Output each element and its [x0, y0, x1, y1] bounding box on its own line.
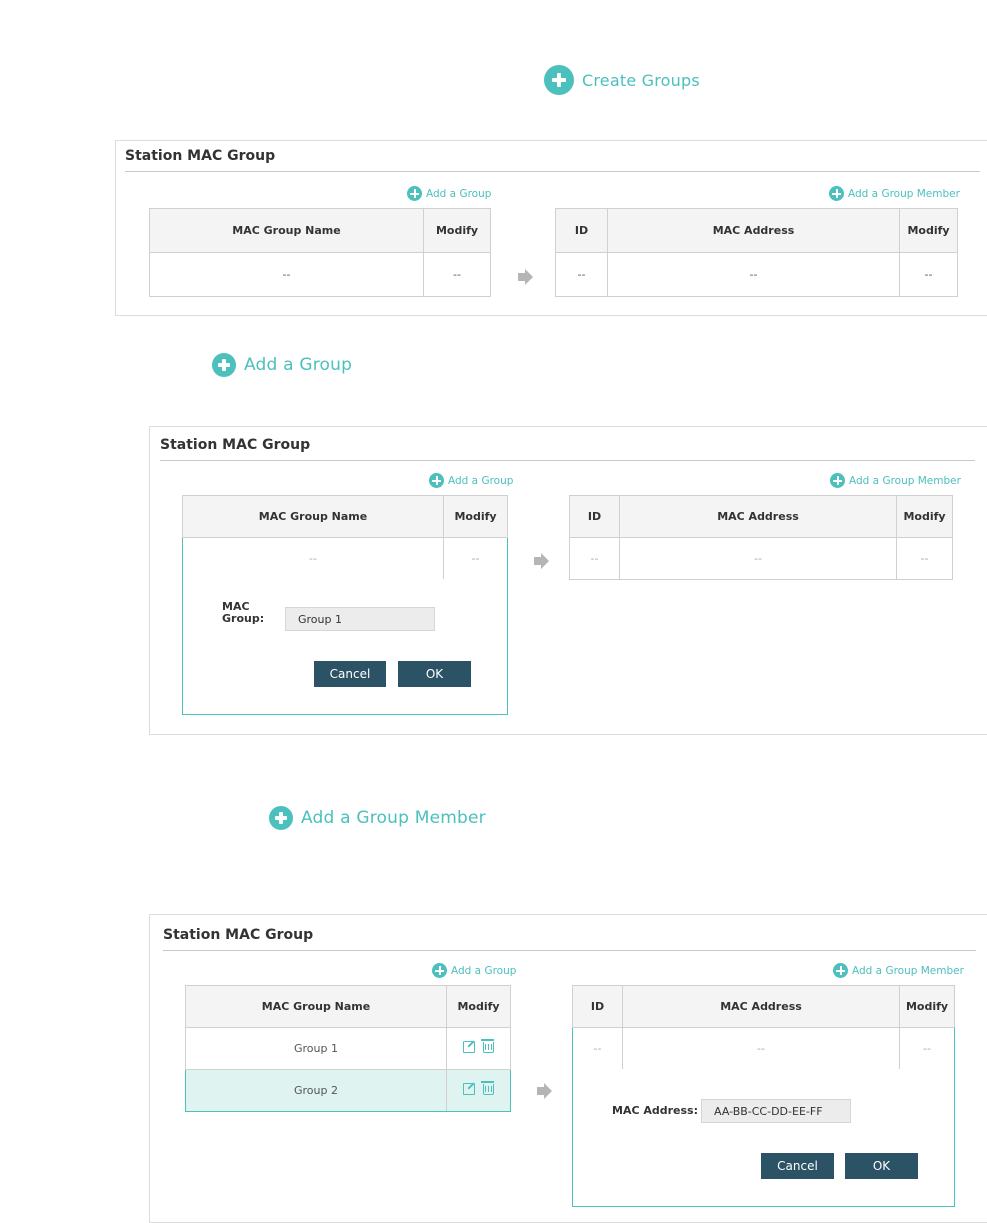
table-cell: --: [569, 537, 620, 580]
create-groups-button[interactable]: Create Groups: [544, 65, 700, 95]
table-cell: --: [622, 1027, 900, 1070]
table-cell: --: [899, 1027, 955, 1070]
add-group-callout[interactable]: Add a Group: [212, 353, 352, 377]
plus-circle-icon: [212, 353, 236, 377]
table-cell: --: [619, 537, 897, 580]
plus-circle-icon: [833, 963, 848, 978]
column-header-modify: Modify: [899, 985, 955, 1028]
plus-circle-icon: [407, 186, 422, 201]
group-name-cell: Group 1: [185, 1027, 447, 1070]
plus-circle-icon: [544, 65, 574, 95]
table-row: -- -- --: [555, 252, 958, 297]
table-row: -- --: [182, 537, 508, 580]
mac-group-table: MAC Group Name Modify Group 1 Group 2: [185, 985, 511, 1112]
table-cell: --: [555, 252, 608, 297]
create-groups-label: Create Groups: [582, 70, 700, 90]
mac-address-label: MAC Address:: [612, 1104, 699, 1117]
add-group-member-link[interactable]: Add a Group Member: [829, 186, 960, 201]
column-header-mac-group-name: MAC Group Name: [185, 985, 447, 1028]
table-cell: --: [607, 252, 900, 297]
table-cell: --: [149, 252, 424, 297]
mac-member-table: ID MAC Address Modify -- -- --: [555, 208, 958, 297]
add-group-callout-label: Add a Group: [244, 355, 353, 375]
mac-group-label-line2: Group:: [222, 612, 265, 625]
add-group-member-label: Add a Group Member: [849, 474, 961, 487]
table-row[interactable]: Group 1: [185, 1027, 511, 1070]
divider: [163, 950, 976, 951]
column-header-id: ID: [569, 495, 620, 538]
add-group-member-callout[interactable]: Add a Group Member: [269, 806, 486, 830]
cancel-button[interactable]: Cancel: [314, 661, 386, 687]
mac-group-table: MAC Group Name Modify -- --: [149, 208, 491, 297]
mac-group-label: MAC Group:: [222, 601, 264, 625]
plus-circle-icon: [829, 186, 844, 201]
trash-icon[interactable]: [480, 1080, 494, 1095]
edit-icon[interactable]: [463, 1083, 475, 1095]
add-group-link[interactable]: Add a Group: [429, 473, 513, 488]
panel-title: Station MAC Group: [125, 148, 276, 164]
column-header-mac-address: MAC Address: [619, 495, 897, 538]
column-header-mac-address: MAC Address: [607, 208, 900, 253]
column-header-modify: Modify: [899, 208, 958, 253]
add-group-label: Add a Group: [426, 187, 492, 200]
divider: [160, 460, 975, 461]
add-group-label: Add a Group: [448, 474, 514, 487]
column-header-modify: Modify: [443, 495, 508, 538]
table-cell: --: [572, 1027, 623, 1070]
column-header-mac-group-name: MAC Group Name: [182, 495, 444, 538]
plus-circle-icon: [269, 806, 293, 830]
cancel-button[interactable]: Cancel: [761, 1153, 834, 1179]
group-name-cell: Group 2: [185, 1069, 447, 1112]
column-header-id: ID: [555, 208, 608, 253]
add-group-link[interactable]: Add a Group: [407, 186, 491, 201]
table-row: -- --: [149, 252, 491, 297]
modify-cell: [446, 1027, 511, 1070]
column-header-mac-address: MAC Address: [622, 985, 900, 1028]
table-row: -- -- --: [572, 1027, 955, 1070]
ok-button[interactable]: OK: [845, 1153, 918, 1179]
mac-group-table: MAC Group Name Modify -- --: [182, 495, 508, 580]
plus-circle-icon: [432, 963, 447, 978]
table-cell: --: [423, 252, 491, 297]
mac-group-input[interactable]: Group 1: [285, 607, 435, 631]
divider: [125, 171, 980, 172]
add-group-member-callout-label: Add a Group Member: [301, 808, 486, 828]
column-header-modify: Modify: [446, 985, 511, 1028]
ok-button[interactable]: OK: [398, 661, 471, 687]
column-header-modify: Modify: [423, 208, 491, 253]
mac-address-input[interactable]: AA-BB-CC-DD-EE-FF: [701, 1099, 851, 1123]
plus-circle-icon: [429, 473, 444, 488]
add-group-member-link[interactable]: Add a Group Member: [830, 473, 961, 488]
add-group-member-label: Add a Group Member: [848, 187, 960, 200]
table-row-selected[interactable]: Group 2: [185, 1069, 511, 1112]
table-cell: --: [899, 252, 958, 297]
table-row: -- -- --: [569, 537, 953, 580]
add-group-member-link[interactable]: Add a Group Member: [833, 963, 964, 978]
column-header-modify: Modify: [896, 495, 953, 538]
modify-cell: [446, 1069, 511, 1112]
column-header-mac-group-name: MAC Group Name: [149, 208, 424, 253]
mac-member-table: ID MAC Address Modify -- -- --: [572, 985, 955, 1070]
column-header-id: ID: [572, 985, 623, 1028]
trash-icon[interactable]: [480, 1038, 494, 1053]
add-group-label: Add a Group: [451, 964, 517, 977]
table-cell: --: [896, 537, 953, 580]
table-cell: --: [443, 537, 508, 580]
add-group-link[interactable]: Add a Group: [432, 963, 516, 978]
panel-title: Station MAC Group: [163, 927, 314, 943]
table-cell: --: [182, 537, 444, 580]
member-edit-form: [572, 1069, 955, 1207]
panel-title: Station MAC Group: [160, 437, 311, 453]
edit-icon[interactable]: [463, 1041, 475, 1053]
mac-member-table: ID MAC Address Modify -- -- --: [569, 495, 953, 580]
add-group-member-label: Add a Group Member: [852, 964, 964, 977]
plus-circle-icon: [830, 473, 845, 488]
